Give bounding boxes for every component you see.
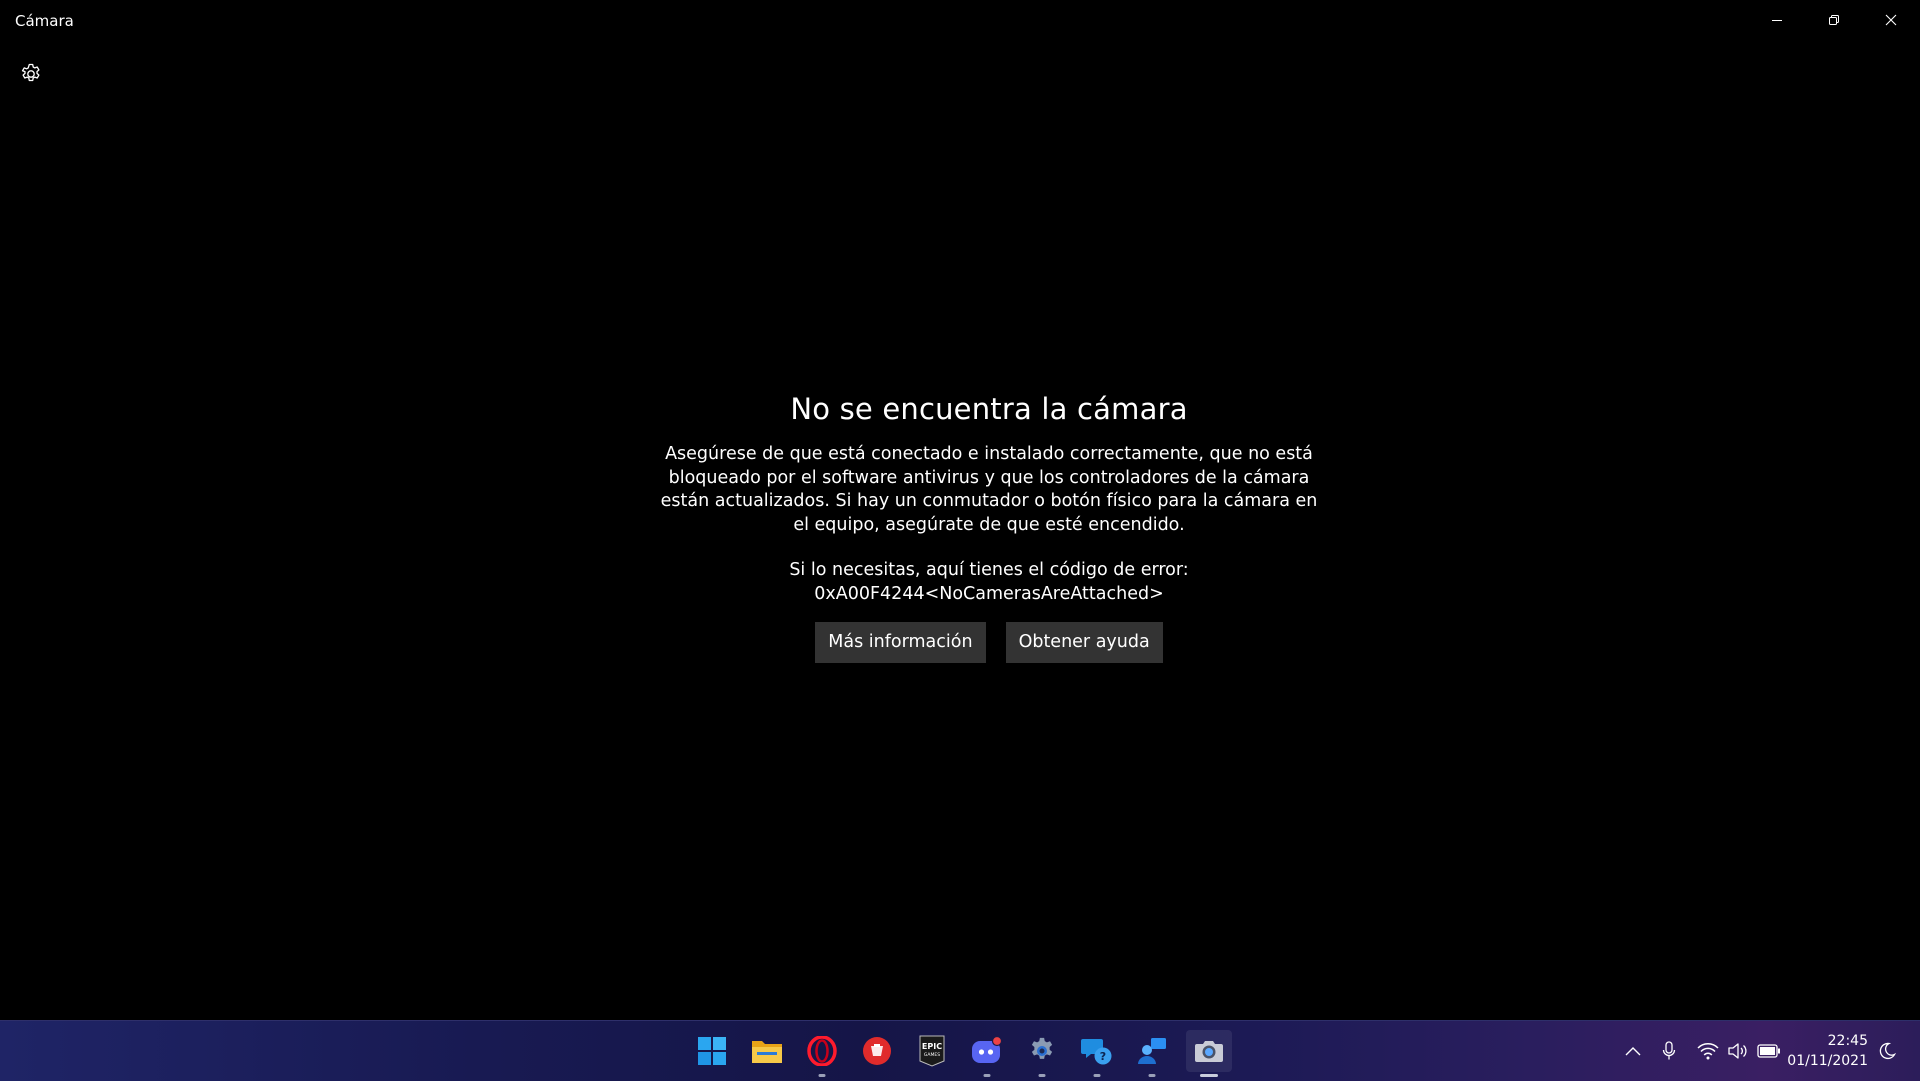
svg-text:GAMES: GAMES [924, 1052, 940, 1058]
title-bar[interactable]: Cámara [0, 0, 1920, 40]
remote-people-button[interactable] [1131, 1030, 1173, 1077]
gear-icon [21, 63, 40, 82]
remote-people-icon [1138, 1038, 1166, 1064]
camera-app-button[interactable] [1186, 1030, 1232, 1077]
running-indicator [818, 1074, 826, 1077]
error-panel: No se encuentra la cámara Asegúrese de q… [660, 385, 1318, 663]
taskbar: EPIC GAMES ? 22:45 01/11/2021 [0, 1020, 1920, 1081]
get-help-icon: ? [1081, 1039, 1112, 1065]
microphone-icon [1662, 1041, 1676, 1060]
clock-date: 01/11/2021 [1787, 1053, 1868, 1069]
epic-games-button[interactable]: EPIC GAMES [911, 1030, 953, 1072]
battery-icon [1757, 1044, 1780, 1058]
chevron-up-icon [1625, 1047, 1641, 1056]
battery-button[interactable] [1756, 1039, 1782, 1063]
running-indicator [1200, 1074, 1218, 1077]
windows-start-icon [698, 1037, 726, 1065]
discord-icon [972, 1036, 1003, 1063]
network-button[interactable] [1695, 1039, 1721, 1063]
clock-time: 22:45 [1827, 1033, 1868, 1049]
clock[interactable]: 22:45 01/11/2021 [1787, 1031, 1868, 1071]
running-indicator [1093, 1074, 1101, 1077]
error-message: Asegúrese de que está conectado e instal… [660, 444, 1318, 535]
camera-app-window: Cámara No se encuentra la cámara Asegúre… [0, 0, 1920, 1020]
settings-app-button[interactable] [1021, 1030, 1063, 1077]
show-hidden-icons-button[interactable] [1620, 1039, 1646, 1063]
epic-games-icon: EPIC GAMES [919, 1035, 945, 1067]
red-app-button[interactable] [856, 1030, 898, 1072]
close-icon [1885, 14, 1896, 26]
restore-icon [1828, 15, 1839, 25]
restore-button[interactable] [1805, 0, 1862, 40]
minimize-icon [1771, 20, 1782, 21]
error-code: 0xA00F4244<NoCamerasAreAttached> [814, 583, 1164, 604]
file-explorer-button[interactable] [746, 1030, 788, 1072]
error-code-intro: Si lo necesitas, aquí tienes el código d… [789, 560, 1189, 580]
get-help-button-taskbar[interactable]: ? [1076, 1030, 1118, 1077]
settings-gear-icon [1031, 1037, 1053, 1059]
discord-button[interactable] [966, 1030, 1008, 1077]
running-indicator [983, 1074, 991, 1077]
error-heading: No se encuentra la cámara [790, 392, 1188, 426]
close-button[interactable] [1862, 0, 1919, 40]
opera-button[interactable] [801, 1030, 843, 1077]
microphone-button[interactable] [1656, 1039, 1682, 1063]
svg-text:?: ? [1100, 1050, 1106, 1063]
file-explorer-icon [752, 1041, 782, 1063]
start-button[interactable] [691, 1030, 733, 1072]
volume-icon [1728, 1043, 1747, 1059]
opera-icon [807, 1036, 837, 1066]
settings-button[interactable] [12, 55, 50, 93]
running-indicator [1038, 1074, 1046, 1077]
more-info-button[interactable]: Más información [815, 622, 986, 663]
svg-text:EPIC: EPIC [922, 1042, 942, 1051]
volume-button[interactable] [1725, 1039, 1751, 1063]
app-title: Cámara [15, 12, 74, 30]
get-help-button[interactable]: Obtener ayuda [1005, 622, 1163, 663]
focus-assist-button[interactable] [1874, 1039, 1900, 1063]
camera-app-icon [1195, 1041, 1223, 1062]
moon-icon [1879, 1042, 1896, 1060]
error-actions: Más información Obtener ayuda [660, 622, 1318, 663]
minimize-button[interactable] [1748, 0, 1805, 40]
wifi-icon [1697, 1043, 1719, 1060]
red-app-icon [863, 1037, 891, 1065]
running-indicator [1148, 1074, 1156, 1077]
